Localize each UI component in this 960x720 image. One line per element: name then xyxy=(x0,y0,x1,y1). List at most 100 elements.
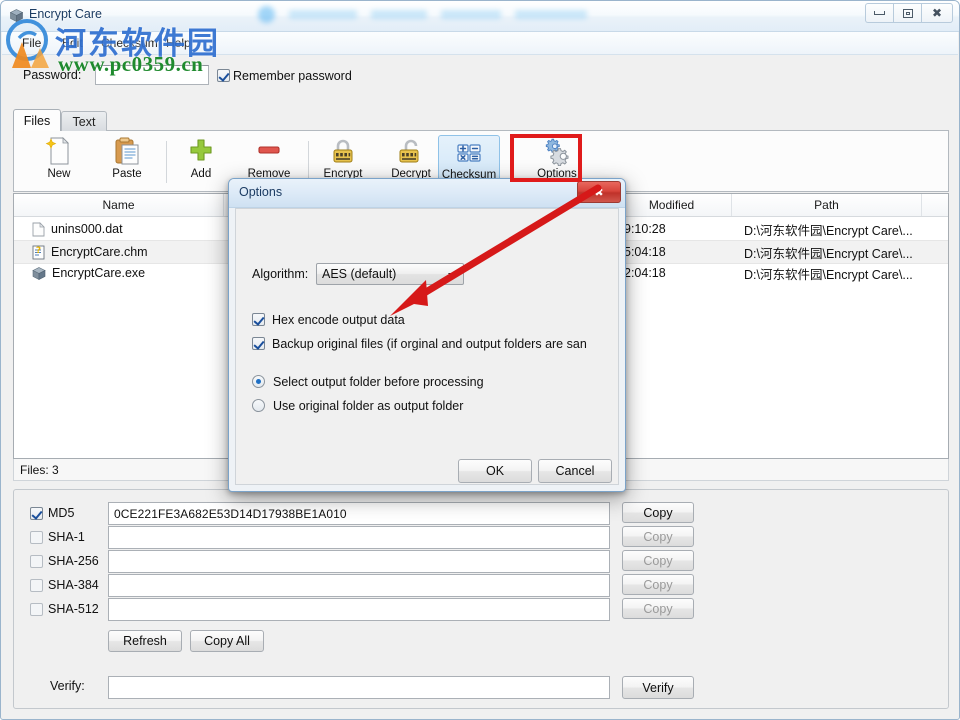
verify-button-label: Verify xyxy=(642,680,674,695)
tab-text[interactable]: Text xyxy=(61,111,107,131)
remember-password-checkbox[interactable] xyxy=(217,69,230,85)
ok-button[interactable]: OK xyxy=(458,459,532,483)
sha256-label: SHA-256 xyxy=(48,554,99,568)
sha256-copy-button[interactable]: Copy xyxy=(622,550,694,571)
toolbar-separator-1 xyxy=(166,141,167,183)
md5-value-text: 0CE221FE3A682E53D14D17938BE1A010 xyxy=(114,506,347,521)
checkbox-glyph xyxy=(30,531,43,544)
md5-checkbox[interactable] xyxy=(30,507,43,523)
column-header-path[interactable]: Path xyxy=(732,194,922,216)
file-name-cell: unins000.dat xyxy=(32,221,123,237)
sha512-copy-label: Copy xyxy=(643,601,673,616)
sha512-value-field[interactable] xyxy=(108,598,610,621)
use-original-folder-radio[interactable]: Use original folder as output folder xyxy=(252,399,463,413)
algorithm-label: Algorithm: xyxy=(252,267,309,281)
toolbar-add-label: Add xyxy=(190,168,212,180)
file-path-cell: D:\河东软件园\Encrypt Care\... xyxy=(744,223,913,238)
app-cube-icon xyxy=(9,8,24,23)
md5-copy-button[interactable]: Copy xyxy=(622,502,694,523)
file-path-cell: D:\河东软件园\Encrypt Care\... xyxy=(744,267,913,282)
menu-item-checksum[interactable]: Checksum xyxy=(97,36,162,50)
toolbar-paste-button[interactable]: Paste xyxy=(96,135,158,189)
file-name-cell: ? EncryptCare.chm xyxy=(32,245,148,260)
radio-glyph xyxy=(252,375,265,388)
algorithm-select[interactable]: AES (default) xyxy=(316,263,464,285)
checksum-row-sha512: SHA-512 Copy xyxy=(14,598,948,622)
sha1-label: SHA-1 xyxy=(48,530,85,544)
verify-button[interactable]: Verify xyxy=(622,676,694,699)
window-title: Encrypt Care xyxy=(29,7,102,21)
sha512-checkbox[interactable] xyxy=(30,603,43,619)
menu-item-file[interactable]: File xyxy=(18,36,45,50)
minimize-button[interactable] xyxy=(865,3,893,23)
add-plus-icon xyxy=(187,135,215,167)
select-output-folder-radio[interactable]: Select output folder before processing xyxy=(252,375,484,389)
sha1-copy-label: Copy xyxy=(643,529,673,544)
remember-password-label: Remember password xyxy=(233,69,352,83)
options-dialog-title: Options xyxy=(239,185,283,199)
copy-all-button[interactable]: Copy All xyxy=(190,630,264,652)
lock-open-icon xyxy=(397,135,425,167)
cancel-button[interactable]: Cancel xyxy=(538,459,612,483)
file-modified-cell: 9:10:28 xyxy=(624,222,666,236)
calculator-icon xyxy=(454,136,484,168)
close-button[interactable]: ✖ xyxy=(921,3,953,23)
md5-value-field[interactable]: 0CE221FE3A682E53D14D17938BE1A010 xyxy=(108,502,610,525)
file-name-text: EncryptCare.exe xyxy=(52,266,146,280)
sha256-checkbox[interactable] xyxy=(30,555,43,571)
sha1-copy-button[interactable]: Copy xyxy=(622,526,694,547)
hex-encode-option[interactable]: Hex encode output data xyxy=(252,313,405,327)
column-header-modified[interactable]: Modified xyxy=(612,194,732,216)
sha512-copy-button[interactable]: Copy xyxy=(622,598,694,619)
select-output-folder-label: Select output folder before processing xyxy=(273,375,484,389)
new-file-icon xyxy=(45,135,73,167)
file-modified-cell: 5:04:18 xyxy=(624,245,666,259)
checksum-row-sha256: SHA-256 Copy xyxy=(14,550,948,574)
radio-glyph xyxy=(252,399,265,412)
chevron-down-icon xyxy=(448,273,456,278)
sha384-value-field[interactable] xyxy=(108,574,610,597)
title-bar: Encrypt Care ✖ xyxy=(1,1,959,32)
sha1-value-field[interactable] xyxy=(108,526,610,549)
menu-item-help[interactable]: Help xyxy=(162,36,195,50)
close-icon: ✖ xyxy=(931,6,943,20)
file-path-cell: D:\河东软件园\Encrypt Care\... xyxy=(744,246,913,261)
menu-bar: File Edit Checksum Help xyxy=(2,32,958,55)
options-dialog-close-button[interactable]: ✖ xyxy=(577,181,621,203)
menu-item-edit[interactable]: Edit xyxy=(58,36,87,50)
checkbox-glyph xyxy=(30,603,43,616)
backup-originals-option[interactable]: Backup original files (if orginal and ou… xyxy=(252,337,616,351)
verify-input[interactable] xyxy=(108,676,610,699)
svg-text:?: ? xyxy=(36,246,41,256)
password-input[interactable] xyxy=(95,65,209,85)
sha384-copy-button[interactable]: Copy xyxy=(622,574,694,595)
algorithm-value: AES (default) xyxy=(322,267,397,281)
toolbar-paste-label: Paste xyxy=(112,168,142,180)
tab-strip: Files Text xyxy=(13,109,949,131)
use-original-folder-label: Use original folder as output folder xyxy=(273,399,464,413)
help-file-icon: ? xyxy=(32,245,45,259)
sha1-checkbox[interactable] xyxy=(30,531,43,547)
checksum-row-sha1: SHA-1 Copy xyxy=(14,526,948,550)
tab-files[interactable]: Files xyxy=(13,109,61,131)
minimize-icon xyxy=(874,11,885,15)
checkbox-glyph xyxy=(30,507,43,520)
verify-label: Verify: xyxy=(50,679,85,693)
toolbar-separator-2 xyxy=(308,141,309,183)
refresh-label: Refresh xyxy=(123,634,167,648)
checkbox-glyph xyxy=(252,337,265,350)
exe-file-icon xyxy=(32,266,46,280)
backup-originals-label: Backup original files (if orginal and ou… xyxy=(272,337,587,351)
checksum-panel: MD5 0CE221FE3A682E53D14D17938BE1A010 Cop… xyxy=(13,489,949,709)
options-dialog-titlebar: Options ✖ xyxy=(229,179,625,208)
maximize-icon xyxy=(902,8,913,18)
file-modified-cell: 2:04:18 xyxy=(624,266,666,280)
toolbar-new-button[interactable]: New xyxy=(28,135,90,189)
sha384-checkbox[interactable] xyxy=(30,579,43,595)
checkbox-glyph xyxy=(252,313,265,326)
refresh-button[interactable]: Refresh xyxy=(108,630,182,652)
toolbar-add-button[interactable]: Add xyxy=(170,135,232,189)
maximize-button[interactable] xyxy=(893,3,921,23)
column-header-name[interactable]: Name xyxy=(14,194,224,216)
sha256-value-field[interactable] xyxy=(108,550,610,573)
